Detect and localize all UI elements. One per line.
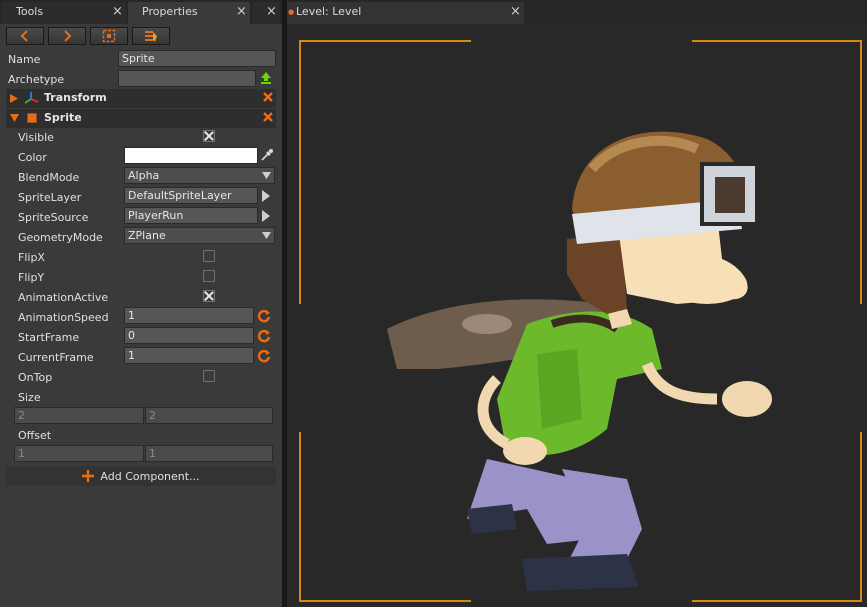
add-component-label: Add Component... [100, 469, 200, 483]
animationspeed-label: AnimationSpeed [18, 311, 109, 324]
startframe-label: StartFrame [18, 331, 80, 344]
geometrymode-value: ZPlane [128, 229, 166, 242]
close-icon[interactable]: × [236, 2, 247, 22]
close-icon[interactable]: × [112, 2, 123, 22]
close-icon[interactable]: × [266, 2, 277, 22]
chevron-down-icon[interactable] [262, 172, 271, 179]
close-icon[interactable]: × [510, 2, 521, 22]
offset-label: Offset [18, 429, 52, 442]
add-component-button[interactable]: Add Component... [6, 466, 276, 486]
tab-tools-label: Tools [16, 5, 44, 18]
size-label: Size [18, 391, 41, 404]
reset-value-icon[interactable] [257, 309, 271, 323]
visible-label: Visible [18, 131, 54, 144]
upload-archetype-icon[interactable] [259, 71, 273, 85]
tab-level[interactable]: ● Level: Level × [287, 2, 524, 24]
tab-properties[interactable]: Properties × [128, 2, 250, 24]
tab-tools[interactable]: Tools × [2, 2, 126, 24]
modified-dot: ● [288, 8, 295, 16]
spritesource-browse-button[interactable] [260, 207, 272, 224]
forward-arrow-icon [64, 30, 72, 42]
transform-section-title: Transform [44, 91, 107, 104]
select-object-button[interactable] [90, 27, 128, 45]
offset-x-field[interactable]: 1 [14, 445, 144, 462]
transform-axes-icon [24, 92, 39, 104]
animationspeed-field[interactable]: 1 [124, 307, 254, 324]
remove-component-icon[interactable] [262, 91, 274, 103]
forward-button[interactable] [48, 27, 86, 45]
blendmode-value: Alpha [128, 169, 160, 182]
archetype-label: Archetype [8, 73, 65, 86]
sprite-component-icon [27, 113, 37, 123]
blendmode-label: BlendMode [18, 171, 80, 184]
tab-properties-label: Properties [142, 5, 198, 18]
spritesource-field[interactable]: PlayerRun [124, 207, 258, 224]
back-button[interactable] [6, 27, 44, 45]
color-label: Color [18, 151, 47, 164]
blendmode-select[interactable]: Alpha [124, 167, 275, 184]
chevron-down-icon[interactable] [262, 232, 271, 239]
spritelayer-label: SpriteLayer [18, 191, 82, 204]
level-viewport[interactable] [287, 24, 867, 607]
back-arrow-icon [20, 30, 28, 42]
name-field[interactable]: Sprite [118, 50, 276, 67]
select-frame-icon [102, 29, 116, 43]
spritesource-label: SpriteSource [18, 211, 89, 224]
flipx-checkbox[interactable] [203, 250, 215, 262]
left-tab-bar: Tools × Properties × × [0, 0, 282, 24]
sprite-section-title: Sprite [44, 111, 82, 124]
spritelayer-field[interactable]: DefaultSpriteLayer [124, 187, 258, 204]
geometrymode-select[interactable]: ZPlane [124, 227, 275, 244]
ontop-checkbox[interactable] [203, 370, 215, 382]
reset-value-icon[interactable] [257, 349, 271, 363]
sprite-section-header[interactable]: Sprite [6, 109, 276, 128]
play-right-icon [262, 209, 270, 222]
color-swatch[interactable] [124, 147, 258, 164]
flipx-label: FlipX [18, 251, 45, 264]
remove-component-icon[interactable] [262, 111, 274, 123]
animationactive-checkbox[interactable] [203, 290, 215, 302]
visible-checkbox[interactable] [203, 130, 215, 142]
archetype-field[interactable] [118, 70, 256, 87]
plus-icon [82, 470, 95, 482]
currentframe-field[interactable]: 1 [124, 347, 254, 364]
flipy-label: FlipY [18, 271, 45, 284]
size-x-field[interactable]: 2 [14, 407, 144, 424]
name-label: Name [8, 53, 41, 66]
list-edit-icon [145, 31, 157, 42]
offset-y-field[interactable]: 1 [145, 445, 273, 462]
tab-level-label: Level: Level [296, 5, 362, 18]
reset-value-icon[interactable] [257, 329, 271, 343]
flipy-checkbox[interactable] [203, 270, 215, 282]
player-run-sprite [387, 131, 772, 591]
play-right-icon [262, 189, 270, 202]
currentframe-label: CurrentFrame [18, 351, 94, 364]
geometrymode-label: GeometryMode [18, 231, 103, 244]
spritelayer-browse-button[interactable] [260, 187, 272, 204]
transform-section-header[interactable]: Transform [6, 89, 276, 108]
tab-unnamed[interactable]: × [252, 2, 280, 24]
eyedropper-icon[interactable] [260, 148, 274, 162]
size-y-field[interactable]: 2 [145, 407, 273, 424]
startframe-field[interactable]: 0 [124, 327, 254, 344]
ontop-label: OnTop [18, 371, 53, 384]
collapse-triangle-icon[interactable] [10, 114, 19, 122]
expand-triangle-icon[interactable] [10, 94, 18, 103]
animationactive-label: AnimationActive [18, 291, 109, 304]
properties-toolbar [0, 24, 282, 48]
edit-list-button[interactable] [132, 27, 170, 45]
